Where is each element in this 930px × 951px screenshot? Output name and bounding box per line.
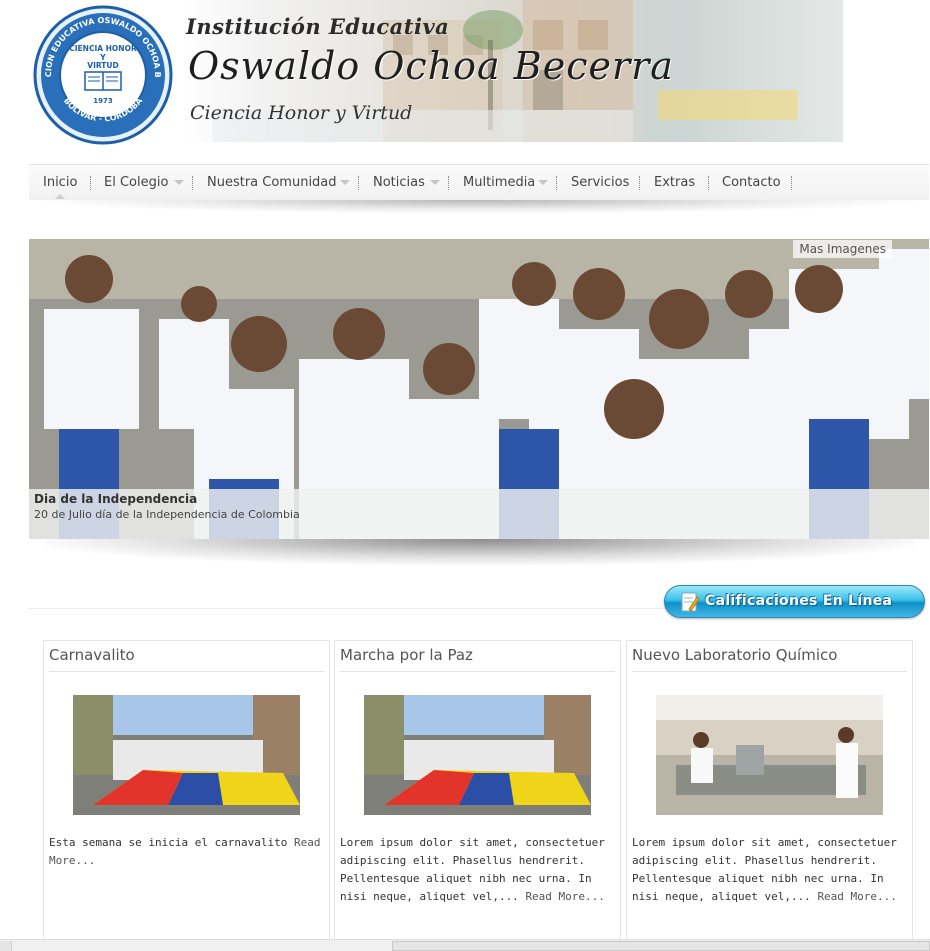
nav-item-nuestra-comunidad[interactable]: Nuestra Comunidad [207,165,337,201]
header-institution-line: Institución Educativa [186,14,450,39]
news-card-title[interactable]: Nuevo Laboratorio Químico [632,646,837,664]
more-images-link[interactable]: Mas Imagenes [793,240,892,258]
online-grades-button[interactable]: Calificaciones En Línea [664,585,925,618]
news-card-text: Esta semana se inicia el carnavalito [49,836,288,849]
svg-text:1973: 1973 [93,97,113,105]
online-grades-label: Calificaciones En Línea [705,593,893,609]
news-card-image[interactable] [73,695,300,815]
chevron-down-icon [174,180,184,185]
chevron-down-icon [340,180,350,185]
news-card-excerpt: Lorem ipsum dolor sit amet, consectetuer… [632,834,908,906]
horizontal-scrollbar[interactable] [0,939,930,951]
nav-separator [556,176,557,190]
header-motto: Ciencia Honor y Virtud [190,102,413,124]
nav-item-noticias[interactable]: Noticias [373,165,425,201]
site-header: INSTITUCION EDUCATIVA OSWALDO OCHOA BECE… [0,0,930,150]
card-divider [49,671,324,672]
active-indicator-icon [55,194,65,199]
nav-separator [708,176,709,190]
carnival-parade-photo [73,695,300,815]
chevron-down-icon [430,180,440,185]
svg-text:CIENCIA HONOR: CIENCIA HONOR [69,44,137,53]
nav-separator [448,176,449,190]
card-divider [632,671,907,672]
nav-item-servicios[interactable]: Servicios [571,165,629,201]
news-card-image[interactable] [364,695,591,815]
pencil-paper-icon [681,592,699,612]
nav-separator [791,176,792,190]
nav-item-el-colegio[interactable]: El Colegio [104,165,168,201]
news-card-title[interactable]: Marcha por la Paz [340,646,473,664]
scrollbar-thumb[interactable] [392,941,930,951]
news-card-excerpt: Esta semana se inicia el carnavalito Rea… [49,834,325,870]
chemistry-lab-photo [656,695,883,815]
nav-separator [192,176,193,190]
school-seal-logo[interactable]: INSTITUCION EDUCATIVA OSWALDO OCHOA BECE… [33,5,173,145]
nav-item-extras[interactable]: Extras [654,165,695,201]
read-more-link[interactable]: Read More... [525,890,604,903]
nav-separator [90,176,91,190]
slideshow-shadow [45,539,915,565]
peace-march-photo [364,695,591,815]
nav-item-multimedia[interactable]: Multimedia [463,165,535,201]
svg-text:VIRTUD: VIRTUD [87,61,118,70]
news-card: Nuevo Laboratorio Químico Lorem ipsum do… [626,640,913,951]
header-school-name: Oswaldo Ochoa Becerra [188,44,674,88]
news-card: Carnavalito Esta semana se inicia el car… [43,640,330,951]
nav-shadow [29,200,929,214]
main-nav: Inicio El Colegio Nuestra Comunidad Noti… [29,164,929,200]
read-more-link[interactable]: Read More... [817,890,896,903]
card-divider [340,671,615,672]
slide-caption-title[interactable]: Dia de la Independencia [34,491,924,508]
news-card: Marcha por la Paz Lorem ipsum dolor sit … [334,640,621,951]
scroll-left-button[interactable] [0,941,12,951]
news-card-image[interactable] [656,695,883,815]
chevron-down-icon [538,180,548,185]
news-card-title[interactable]: Carnavalito [49,646,135,664]
news-card-excerpt: Lorem ipsum dolor sit amet, consectetuer… [340,834,616,906]
nav-separator [358,176,359,190]
slide-caption: Dia de la Independencia 20 de Julio día … [29,489,929,539]
section-divider [29,608,669,609]
nav-separator [639,176,640,190]
slide-caption-text: 20 de Julio día de la Independencia de C… [34,508,300,521]
nav-item-contacto[interactable]: Contacto [722,165,781,201]
